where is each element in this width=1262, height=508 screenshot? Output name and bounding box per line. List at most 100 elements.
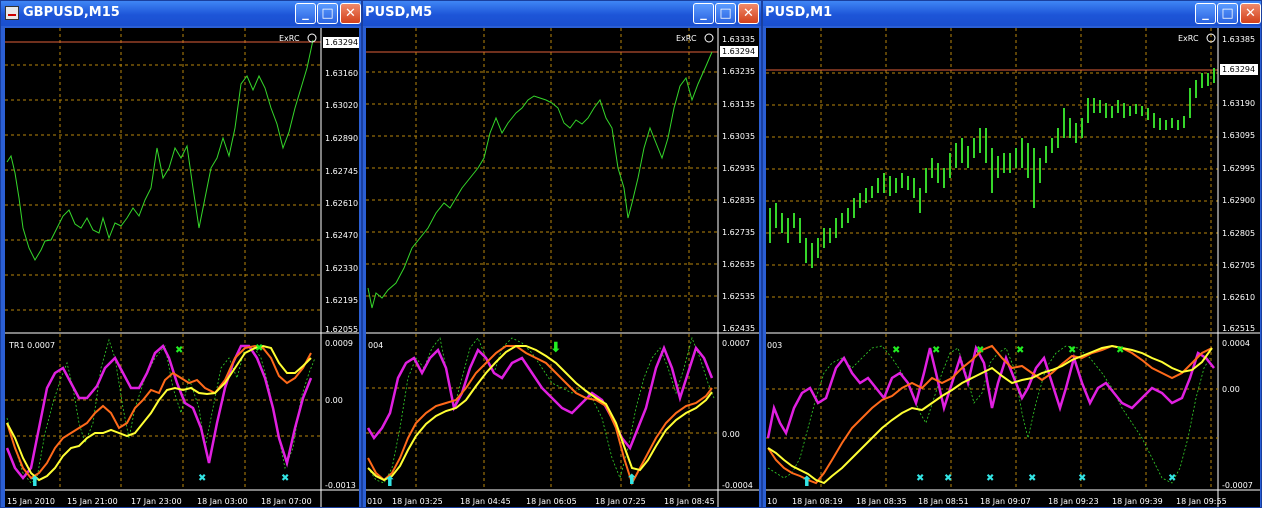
- osc-green-dashed: [6, 338, 316, 484]
- green-star-icon: ✖: [1016, 345, 1024, 356]
- price-tick: 1.62745: [325, 167, 358, 176]
- price-tick: 1.62805: [1222, 229, 1255, 238]
- price-panel-grid: [5, 28, 321, 333]
- time-tick: 18 Jan 09:23: [1048, 497, 1099, 506]
- maximize-button[interactable]: □: [1217, 3, 1238, 24]
- price-tick: 1.62705: [1222, 261, 1255, 270]
- oscillator-name: 003: [767, 341, 782, 350]
- time-tick: 18 Jan 04:45: [460, 497, 511, 506]
- osc-tick: 0.0004: [1222, 339, 1250, 348]
- time-tick: 18 Jan 07:00: [261, 497, 312, 506]
- time-tick: 15 Jan 21:00: [67, 497, 118, 506]
- window-title: GBPUSD,M15: [23, 5, 120, 20]
- price-tick: 1.62610: [325, 199, 358, 208]
- cyan-arrow-up-icon: ⬆: [384, 474, 396, 490]
- window-title: PUSD,M1: [765, 5, 833, 20]
- price-tick: 1.63160: [325, 69, 358, 78]
- price-tick: 1.62935: [722, 164, 755, 173]
- chart-window-gbpusd-m15[interactable]: GBPUSD,M15 _ □ ✕ ExRC 1.63294 1.63160 1.…: [0, 0, 362, 508]
- green-star-icon: ✖: [175, 345, 183, 356]
- chart-svg: ExRC 1.63335 1.63294 1.63235 1.63135 1.6…: [366, 28, 759, 507]
- time-tick: 18 Jan 06:05: [526, 497, 577, 506]
- chart-area[interactable]: ExRC 1.63385 1.63294 1.63190 1.63095 1.6…: [766, 28, 1260, 507]
- maximize-button[interactable]: □: [715, 3, 736, 24]
- cyan-arrow-up-icon: ⬆: [626, 472, 638, 488]
- chart-area[interactable]: ExRC 1.63294 1.63160 1.63020 1.62890 1.6…: [5, 28, 359, 507]
- window-title: PUSD,M5: [365, 5, 433, 20]
- time-tick: 10: [767, 497, 777, 506]
- time-tick: 010: [367, 497, 382, 506]
- time-tick: 18 Jan 09:39: [1112, 497, 1163, 506]
- price-tick: 1.62330: [325, 264, 358, 273]
- green-arrow-down-icon: ⬇: [550, 340, 562, 356]
- chart-svg: ExRC 1.63385 1.63294 1.63190 1.63095 1.6…: [766, 28, 1260, 507]
- osc-tick: -0.0013: [325, 481, 356, 490]
- close-button[interactable]: ✕: [738, 3, 759, 24]
- cyan-star-icon: ✖: [916, 473, 924, 484]
- price-tick: 1.63385: [1222, 35, 1255, 44]
- osc-tick: 0.0007: [722, 339, 750, 348]
- osc-tick: 0.00: [325, 396, 343, 405]
- osc-yellow: [6, 344, 312, 482]
- price-tick: 1.62995: [1222, 164, 1255, 173]
- time-tick: 18 Jan 08:51: [918, 497, 969, 506]
- price-tick: 1.62835: [722, 196, 755, 205]
- price-tick: 1.62610: [1222, 293, 1255, 302]
- green-star-icon: ✖: [1068, 345, 1076, 356]
- cyan-star-icon: ✖: [986, 473, 994, 484]
- chart-area[interactable]: ExRC 1.63335 1.63294 1.63235 1.63135 1.6…: [366, 28, 759, 507]
- title-bar[interactable]: PUSD,M5 _ □ ✕: [363, 1, 761, 26]
- indicator-icon: [704, 33, 714, 43]
- oscillator-name: 004: [368, 341, 383, 350]
- cyan-arrow-up-icon: ⬆: [801, 474, 813, 490]
- minimize-button[interactable]: _: [295, 3, 316, 24]
- price-tick: 1.63035: [722, 132, 755, 141]
- cyan-arrow-up-icon: ⬆: [29, 474, 41, 490]
- chart-window-m5[interactable]: PUSD,M5 _ □ ✕ ExRC 1.63335 1.63294 1.632…: [362, 0, 762, 508]
- cyan-star-icon: ✖: [198, 473, 206, 484]
- chart-app-icon: [5, 6, 19, 20]
- close-button[interactable]: ✕: [1240, 3, 1261, 24]
- indicator-label: ExRC: [676, 34, 697, 43]
- title-bar[interactable]: GBPUSD,M15 _ □ ✕: [1, 1, 361, 26]
- price-tick: 1.63135: [722, 100, 755, 109]
- price-tick: 1.62735: [722, 228, 755, 237]
- price-tick: 1.62195: [325, 296, 358, 305]
- indicator-label: ExRC: [279, 34, 300, 43]
- current-price: 1.63294: [1222, 65, 1255, 74]
- close-button[interactable]: ✕: [340, 3, 361, 24]
- chart-window-m1[interactable]: PUSD,M1 _ □ ✕ ExRC 1.63385 1.63294 1.631…: [762, 0, 1262, 508]
- indicator-icon: [307, 33, 317, 43]
- price-tick: 1.63020: [325, 101, 358, 110]
- cyan-star-icon: ✖: [1168, 473, 1176, 484]
- minimize-button[interactable]: _: [693, 3, 714, 24]
- maximize-button[interactable]: □: [317, 3, 338, 24]
- price-line: [6, 39, 314, 262]
- osc-tick: 0.00: [722, 430, 740, 439]
- green-star-icon: ✖: [1116, 345, 1124, 356]
- time-tick: 18 Jan 03:00: [197, 497, 248, 506]
- time-tick: 18 Jan 08:35: [856, 497, 907, 506]
- osc-panel-grid: [366, 334, 718, 490]
- price-tick: 1.62470: [325, 231, 358, 240]
- price-tick: 1.62535: [722, 292, 755, 301]
- current-price: 1.63294: [325, 38, 358, 47]
- price-tick: 1.62900: [1222, 196, 1255, 205]
- cyan-star-icon: ✖: [1078, 473, 1086, 484]
- cyan-star-icon: ✖: [1028, 473, 1036, 484]
- time-tick: 18 Jan 07:25: [595, 497, 646, 506]
- price-tick: 1.62515: [1222, 324, 1255, 333]
- price-tick: 1.63095: [1222, 131, 1255, 140]
- minimize-button[interactable]: _: [1195, 3, 1216, 24]
- price-tick: 1.63335: [722, 35, 755, 44]
- title-bar[interactable]: PUSD,M1 _ □ ✕: [763, 1, 1261, 26]
- green-star-icon: ✖: [932, 345, 940, 356]
- current-price: 1.63294: [722, 47, 755, 56]
- time-tick: 18 Jan 09:55: [1176, 497, 1227, 506]
- time-tick: 15 Jan 2010: [7, 497, 55, 506]
- price-tick: 1.62635: [722, 260, 755, 269]
- candlestick-series: [769, 68, 1215, 268]
- price-tick: 1.62055: [325, 325, 358, 334]
- green-star-icon: ✖: [892, 345, 900, 356]
- time-tick: 18 Jan 09:07: [980, 497, 1031, 506]
